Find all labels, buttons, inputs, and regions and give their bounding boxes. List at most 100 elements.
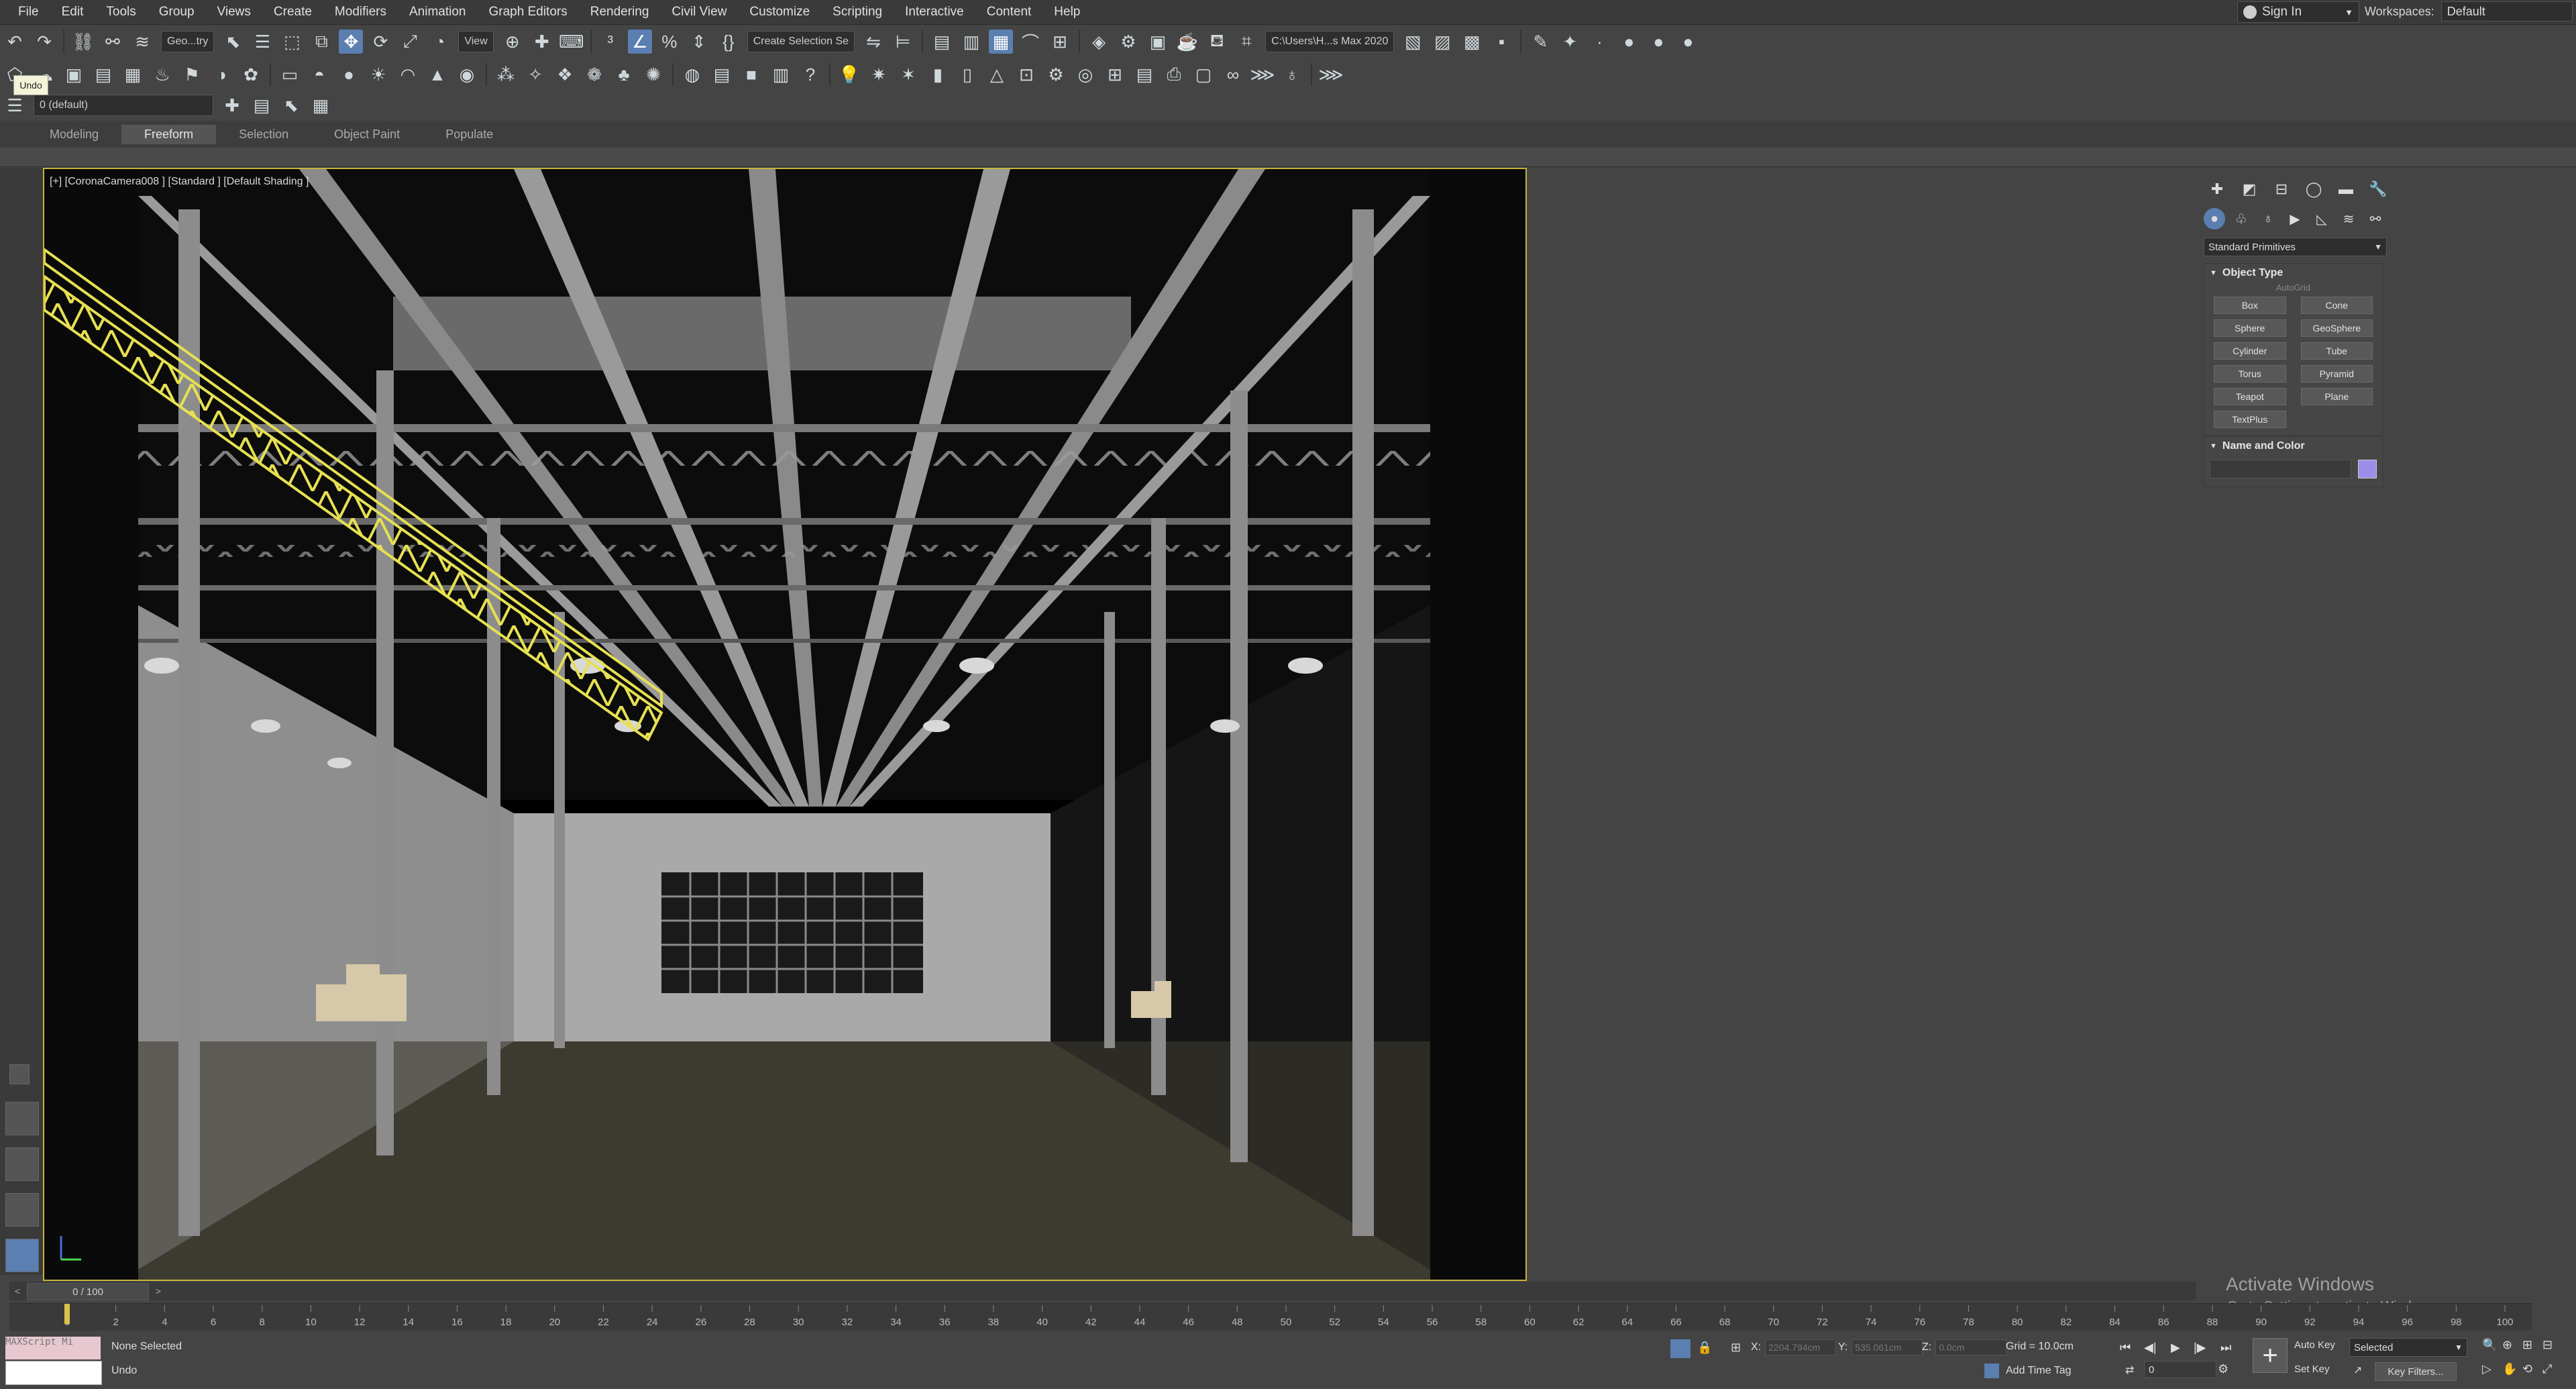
- maxscript-output[interactable]: [5, 1361, 102, 1385]
- create-tab-icon[interactable]: ✚: [2204, 178, 2231, 200]
- menu-item-rendering[interactable]: Rendering: [579, 5, 661, 19]
- cone-button[interactable]: Cone: [2300, 297, 2373, 314]
- systems-icon[interactable]: ⚯: [2365, 208, 2386, 229]
- corona-toolbar-icon[interactable]: ✦: [1558, 30, 1582, 54]
- half-circle-icon[interactable]: ◑: [209, 62, 233, 87]
- layer-menu-icon[interactable]: ☰: [3, 93, 27, 117]
- columns-icon[interactable]: ▥: [769, 62, 793, 87]
- menu-item-modifiers[interactable]: Modifiers: [323, 5, 398, 19]
- project-folder-dropdown[interactable]: C:\Users\H...s Max 2020: [1265, 31, 1395, 52]
- scatter-icon[interactable]: ⁂: [494, 62, 518, 87]
- triangle-icon[interactable]: △: [985, 62, 1009, 87]
- time-slider-prev-icon[interactable]: <: [11, 1283, 24, 1299]
- select-rotate-icon[interactable]: ⟳: [368, 30, 392, 54]
- helpers-icon[interactable]: ◺: [2311, 208, 2332, 229]
- modify-tab-icon[interactable]: ◩: [2236, 178, 2263, 200]
- proxy-icon[interactable]: ⚑: [180, 62, 204, 87]
- time-slider-next-icon[interactable]: >: [152, 1283, 165, 1299]
- cameras-icon[interactable]: ▶: [2284, 208, 2306, 229]
- add-time-tag[interactable]: Add Time Tag: [2006, 1365, 2072, 1377]
- current-frame-input[interactable]: 0: [2144, 1361, 2216, 1378]
- render-region-icon[interactable]: ⌗: [1234, 30, 1258, 54]
- pattern-icon[interactable]: ❁: [582, 62, 606, 87]
- go-to-start-icon[interactable]: ⏮: [2120, 1341, 2131, 1355]
- sphere-button[interactable]: Sphere: [2214, 319, 2286, 337]
- menu-item-file[interactable]: File: [7, 5, 50, 19]
- layer-stack-icon[interactable]: ▤: [250, 93, 274, 117]
- render-activeshade-icon[interactable]: ⛾: [1205, 30, 1229, 54]
- menu-item-customize[interactable]: Customize: [738, 5, 821, 19]
- link-chain-icon[interactable]: ∞: [1221, 62, 1245, 87]
- sphere-icon[interactable]: ●: [337, 62, 361, 87]
- maxscript-listener[interactable]: MAXScript Mi: [5, 1337, 101, 1359]
- zoom-extents-icon[interactable]: ⊞: [2522, 1338, 2532, 1352]
- teapot-button[interactable]: Teapot: [2214, 388, 2286, 405]
- star-light-icon[interactable]: ✷: [867, 62, 891, 87]
- snaps-toggle-icon[interactable]: ³: [598, 30, 623, 54]
- curve-editor-icon[interactable]: ⌒: [1018, 30, 1042, 54]
- zoom-icon[interactable]: 🔍: [2482, 1338, 2497, 1352]
- go-to-end-icon[interactable]: ⏭: [2220, 1341, 2231, 1355]
- shapes-icon[interactable]: ♧: [2231, 208, 2252, 229]
- spacewarps-icon[interactable]: ≋: [2338, 208, 2359, 229]
- frame-icon[interactable]: ⊞: [1103, 62, 1127, 87]
- box-button[interactable]: Box: [2214, 297, 2286, 314]
- cone-icon[interactable]: ▲: [425, 62, 449, 87]
- film-icon[interactable]: ▤: [1132, 62, 1157, 87]
- sign-in-dropdown[interactable]: Sign In ▼: [2237, 1, 2359, 23]
- edit-named-selection-icon[interactable]: {}: [716, 30, 741, 54]
- menu-item-interactive[interactable]: Interactive: [894, 5, 975, 19]
- rendered-frame-window-icon[interactable]: ▣: [1146, 30, 1170, 54]
- viewport-layout-icon[interactable]: [5, 1239, 39, 1272]
- time-config-icon[interactable]: ⚙: [2218, 1362, 2229, 1376]
- motion-tab-icon[interactable]: ◯: [2300, 178, 2327, 200]
- pyramid-button[interactable]: Pyramid: [2300, 365, 2373, 382]
- play-icon[interactable]: ▶: [2171, 1341, 2180, 1355]
- autogrid-checkbox[interactable]: AutoGrid: [2204, 282, 2382, 293]
- manipulate-icon[interactable]: ✚: [530, 30, 554, 54]
- select-move-icon[interactable]: ✥: [339, 30, 364, 54]
- help-icon[interactable]: ?: [798, 62, 822, 87]
- bind-spacewarp-icon[interactable]: ≋: [130, 30, 154, 54]
- set-key-button[interactable]: Set Key: [2294, 1364, 2330, 1375]
- tree-icon[interactable]: ♣: [612, 62, 636, 87]
- time-slider[interactable]: < 0 / 100 >: [9, 1282, 2196, 1300]
- globe-icon[interactable]: ◍: [680, 62, 704, 87]
- maximize-viewport-icon[interactable]: ⤢: [2542, 1362, 2552, 1376]
- pan-icon[interactable]: ✋: [2502, 1362, 2517, 1376]
- ribbon-tab-freeform[interactable]: Freeform: [121, 124, 217, 144]
- menu-item-edit[interactable]: Edit: [50, 5, 95, 19]
- geometry-icon[interactable]: ●: [2204, 208, 2225, 229]
- ribbon-tab-populate[interactable]: Populate: [423, 125, 516, 144]
- paint-icon[interactable]: ✺: [641, 62, 665, 87]
- layer-explorer-icon[interactable]: ▥: [959, 30, 983, 54]
- named-selection-sets-dropdown[interactable]: Create Selection Se: [747, 31, 855, 52]
- project-icon[interactable]: ▩: [1460, 30, 1484, 54]
- rect-selection-icon[interactable]: ⬚: [280, 30, 304, 54]
- menu-item-civil-view[interactable]: Civil View: [660, 5, 738, 19]
- window-crossing-icon[interactable]: ⧉: [309, 30, 333, 54]
- render-setup-icon[interactable]: ⚙: [1116, 30, 1140, 54]
- key-filters-button[interactable]: Key Filters...: [2375, 1362, 2457, 1381]
- camera-viewport[interactable]: [+] [CoronaCamera008 ] [Standard ] [Defa…: [43, 168, 1527, 1281]
- selection-filter-dropdown[interactable]: Geo...try: [161, 31, 215, 52]
- menu-item-help[interactable]: Help: [1042, 5, 1091, 19]
- previous-frame-icon[interactable]: ◀|: [2144, 1341, 2157, 1355]
- ribbon-tab-modeling[interactable]: Modeling: [27, 125, 121, 144]
- bar-chart-icon[interactable]: ▮: [926, 62, 950, 87]
- align-icon[interactable]: ⊨: [891, 30, 915, 54]
- grid-icon[interactable]: ▦: [121, 62, 145, 87]
- primitives-category-dropdown[interactable]: Standard Primitives ▼: [2204, 238, 2387, 256]
- decal-icon[interactable]: ❖: [553, 62, 577, 87]
- zoom-extents-all-icon[interactable]: ⊟: [2542, 1338, 2553, 1352]
- frame-buffer-icon[interactable]: ▣: [62, 62, 86, 87]
- link-icon[interactable]: ⛓: [71, 30, 95, 54]
- menu-item-views[interactable]: Views: [206, 5, 262, 19]
- key-mode-icon[interactable]: ⇄: [2125, 1364, 2134, 1377]
- ribbon-tab-selection[interactable]: Selection: [216, 125, 311, 144]
- time-tag-icon[interactable]: [1984, 1364, 1999, 1378]
- viewport-layout-icon[interactable]: [5, 1193, 39, 1227]
- mirror-icon[interactable]: ⇋: [861, 30, 885, 54]
- layer-objects-icon[interactable]: ▦: [309, 93, 333, 117]
- textplus-button[interactable]: TextPlus: [2214, 411, 2286, 428]
